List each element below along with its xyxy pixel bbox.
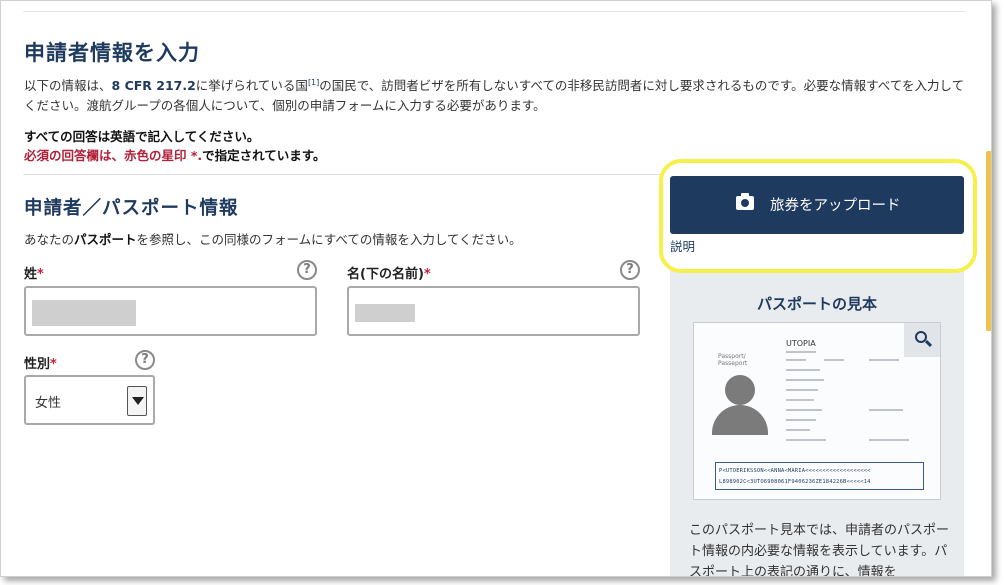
divider bbox=[23, 11, 965, 12]
gender-help-icon[interactable]: ? bbox=[135, 350, 155, 370]
given-name-help-icon[interactable]: ? bbox=[620, 260, 640, 280]
required-asterisk: * bbox=[423, 267, 431, 282]
application-page: 申請者情報を入力 以下の情報は、8 CFR 217.2に挙げられている国[1]の… bbox=[0, 0, 992, 577]
gender-select[interactable]: 女性 bbox=[24, 375, 155, 425]
explanation-link[interactable]: 説明 bbox=[670, 236, 695, 255]
surname-input[interactable] bbox=[24, 286, 317, 336]
avatar bbox=[725, 375, 755, 405]
intro-text: 以下の情報は、8 CFR 217.2に挙げられている国[1]の国民で、訪問者ビザ… bbox=[24, 78, 965, 114]
chevron-down-icon[interactable] bbox=[127, 386, 147, 416]
given-name-input[interactable] bbox=[347, 286, 640, 336]
passport-sample-image: UTOPIA Passport/ Passeport P<UTOERIKSSON… bbox=[693, 322, 941, 500]
scrollbar-thumb[interactable] bbox=[986, 151, 991, 331]
passport-mrz: P<UTOERIKSSON<<ANNA<MARIA<<<<<<<<<<<<<<<… bbox=[715, 462, 924, 490]
gender-label: 性別* bbox=[24, 357, 57, 372]
required-note: 必須の回答欄は、赤色の星印 *.で指定されています。 bbox=[24, 148, 326, 163]
upload-button-label: 旅券をアップロード bbox=[770, 198, 901, 214]
camera-icon bbox=[736, 193, 754, 210]
section-description: あなたのパスポートを参照し、この同様のフォームにすべての情報を入力してください。 bbox=[24, 232, 522, 247]
avatar-body bbox=[712, 405, 768, 435]
zoom-button[interactable] bbox=[904, 323, 940, 357]
english-note: すべての回答は英語で記入してください。 bbox=[24, 129, 260, 144]
passport-sample-description: このパスポート見本では、申請者のパスポート情報の内必要な情報を表示しています。パ… bbox=[689, 523, 950, 577]
surname-help-icon[interactable]: ? bbox=[297, 260, 317, 280]
divider bbox=[23, 174, 663, 175]
footnote-link[interactable]: [1] bbox=[308, 78, 319, 87]
given-name-label: 名(下の名前)* bbox=[347, 267, 431, 282]
mrz-line: L898902C<3UTO6908061F9406236ZE184226B<<<… bbox=[719, 479, 871, 485]
required-asterisk: * bbox=[37, 267, 44, 282]
redacted-value bbox=[355, 304, 415, 322]
passport-country: UTOPIA bbox=[786, 339, 816, 348]
upload-passport-button[interactable]: 旅券をアップロード bbox=[670, 176, 964, 234]
surname-label: 姓* bbox=[24, 267, 44, 282]
page-title: 申請者情報を入力 bbox=[24, 41, 200, 65]
gender-selected-value: 女性 bbox=[35, 396, 62, 411]
section-title: 申請者／パスポート情報 bbox=[24, 198, 239, 219]
passport-sample-title: パスポートの見本 bbox=[756, 295, 877, 313]
required-asterisk: * bbox=[50, 357, 57, 372]
redacted-value bbox=[32, 300, 136, 326]
cfr-link[interactable]: 8 CFR 217.2 bbox=[112, 78, 196, 93]
passport-header: Passport/ Passeport bbox=[718, 353, 748, 367]
mrz-line: P<UTOERIKSSON<<ANNA<MARIA<<<<<<<<<<<<<<<… bbox=[719, 468, 871, 474]
